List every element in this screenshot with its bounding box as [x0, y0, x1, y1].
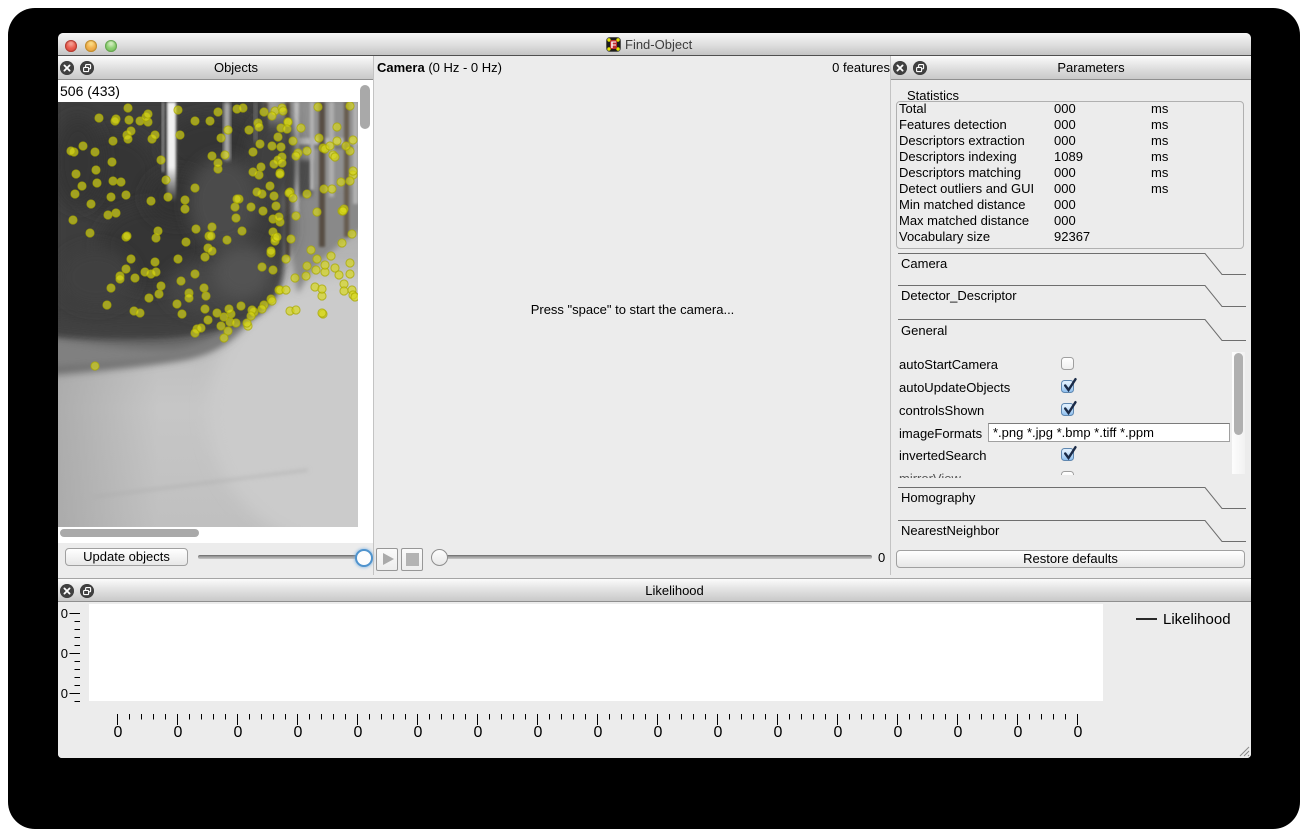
svg-text:F: F — [611, 40, 617, 51]
